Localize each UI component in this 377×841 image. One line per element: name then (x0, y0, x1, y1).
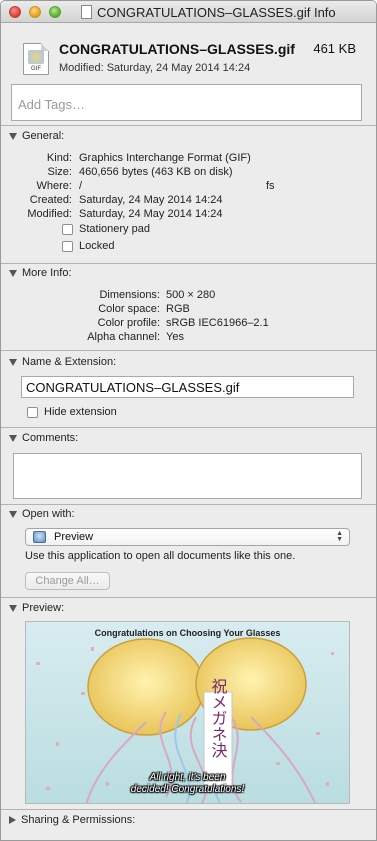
section-divider (1, 263, 376, 264)
disclosure-triangle-collapsed-icon (9, 816, 16, 825)
where-value: / (79, 180, 83, 192)
tags-field[interactable] (11, 84, 362, 121)
tags-input[interactable] (12, 85, 361, 120)
color-space-value: RGB (166, 303, 190, 315)
file-name: CONGRATULATIONS–GLASSES.gif (59, 41, 295, 57)
comments-textarea[interactable] (14, 454, 361, 498)
section-divider (1, 350, 376, 351)
name-field[interactable] (21, 376, 354, 398)
hide-extension-label: Hide extension (44, 406, 117, 418)
open-with-popup[interactable]: Preview ▲ ▼ (25, 528, 350, 546)
name-input[interactable] (22, 377, 353, 397)
stationery-pad-label: Stationery pad (79, 223, 150, 235)
hide-extension-checkbox[interactable] (27, 407, 38, 418)
banner-text: 祝メガネ決 (209, 678, 228, 758)
preview-subtitle-line1: All right, it's been (149, 772, 226, 783)
open-with-title: Open with: (22, 508, 75, 520)
section-divider (1, 809, 376, 810)
section-divider (1, 597, 376, 598)
kind-label: Kind: (46, 152, 72, 164)
zoom-button[interactable] (49, 6, 61, 18)
color-profile-label: Color profile: (97, 317, 160, 329)
window-title: CONGRATULATIONS–GLASSES.gif Info (97, 5, 336, 20)
general-title: General: (22, 130, 65, 142)
created-label: Created: (29, 194, 72, 206)
locked-checkbox[interactable] (62, 241, 73, 252)
sharing-title: Sharing & Permissions: (21, 814, 136, 826)
comments-section-header[interactable]: Comments: (9, 432, 78, 444)
dimensions-label: Dimensions: (99, 289, 160, 301)
preview-image: 祝メガネ決 Congratulations on Choosing Your G… (25, 621, 350, 804)
file-icon-ext: GIF (31, 66, 41, 72)
open-with-description: Use this application to open all documen… (25, 550, 296, 562)
modified-value: Saturday, 24 May 2014 14:24 (79, 208, 223, 220)
gif-file-icon: GIF (23, 43, 49, 75)
section-divider (1, 504, 376, 505)
preview-section-header[interactable]: Preview: (9, 602, 64, 614)
where-value-suffix: fs (266, 180, 275, 192)
disclosure-triangle-icon (9, 269, 17, 277)
minimize-button[interactable] (29, 6, 41, 18)
popup-arrows-icon: ▲ ▼ (336, 530, 343, 543)
close-button[interactable] (9, 6, 21, 18)
section-divider (1, 125, 376, 126)
disclosure-triangle-icon (9, 510, 17, 518)
locked-label: Locked (79, 240, 115, 252)
preview-subtitle-line2: decided! Congratulations! (130, 784, 245, 795)
kusudama-left-half (87, 638, 205, 736)
file-size: 461 KB (313, 41, 356, 56)
size-label: Size: (47, 166, 72, 178)
dimensions-value: 500 × 280 (166, 289, 216, 301)
color-profile-value: sRGB IEC61966–2.1 (166, 317, 269, 329)
preview-caption: Congratulations on Choosing Your Glasses (94, 628, 281, 638)
stationery-pad-checkbox[interactable] (62, 224, 73, 235)
name-extension-section-header[interactable]: Name & Extension: (9, 356, 116, 368)
sharing-section-header[interactable]: Sharing & Permissions: (9, 814, 135, 826)
alpha-channel-label: Alpha channel: (87, 331, 160, 343)
comments-field[interactable] (13, 453, 362, 499)
more-info-section-header[interactable]: More Info: (9, 267, 72, 279)
color-space-label: Color space: (98, 303, 160, 315)
open-with-section-header[interactable]: Open with: (9, 508, 75, 520)
comments-title: Comments: (22, 432, 79, 444)
section-divider (1, 427, 376, 428)
created-value: Saturday, 24 May 2014 14:24 (79, 194, 223, 206)
disclosure-triangle-icon (9, 358, 17, 366)
open-with-app-label: Preview (54, 531, 94, 543)
title-bar[interactable]: CONGRATULATIONS–GLASSES.gif Info (1, 1, 376, 23)
preview-subtitle: All right, it's been decided! Congratula… (26, 772, 349, 796)
size-value: 460,656 bytes (463 KB on disk) (79, 166, 233, 178)
more-info-title: More Info: (22, 267, 72, 279)
alpha-channel-value: Yes (166, 331, 184, 343)
info-window: CONGRATULATIONS–GLASSES.gif Info GIF CON… (0, 0, 377, 841)
where-label: Where: (36, 180, 72, 192)
preview-app-icon (33, 531, 46, 543)
image-badge-icon (28, 50, 44, 64)
disclosure-triangle-icon (9, 132, 17, 140)
change-all-button[interactable]: Change All… (25, 572, 110, 590)
modified-label: Modified: (27, 208, 72, 220)
disclosure-triangle-icon (9, 604, 17, 612)
general-section-header[interactable]: General: (9, 130, 64, 142)
name-extension-title: Name & Extension: (22, 356, 117, 368)
document-icon (81, 5, 92, 19)
preview-title: Preview: (22, 602, 65, 614)
disclosure-triangle-icon (9, 434, 17, 442)
file-modified: Modified: Saturday, 24 May 2014 14:24 (59, 62, 251, 74)
kind-value: Graphics Interchange Format (GIF) (79, 152, 251, 164)
